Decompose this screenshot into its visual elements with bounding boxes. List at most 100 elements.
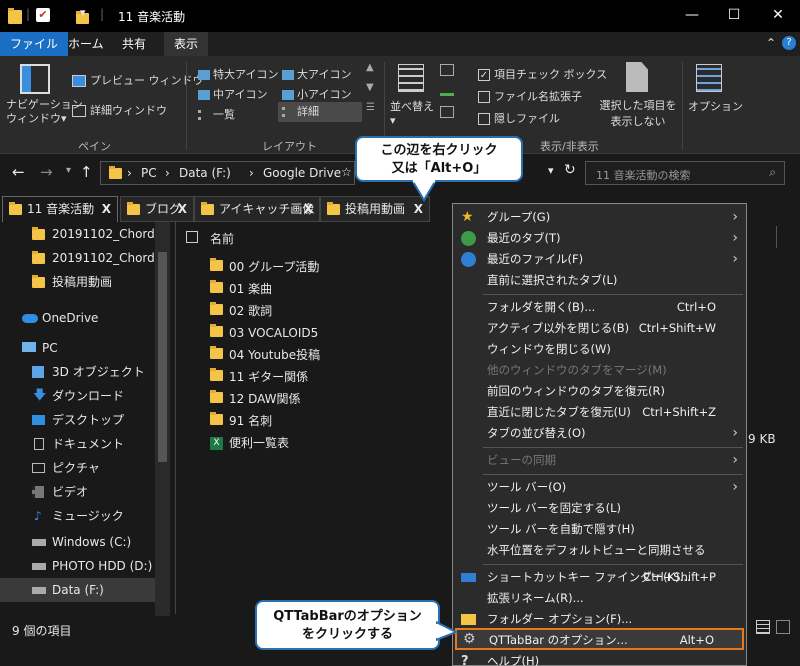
recent-locations-icon[interactable]: ▾ [66, 165, 71, 176]
menu-item-help[interactable]: ? ヘルプ(H) [453, 651, 746, 666]
close-tab-icon[interactable]: X [178, 197, 187, 221]
menu-item-shortcut-finder[interactable]: ショートカットキー ファインダー(K)... Ctrl+Shift+P [453, 567, 746, 588]
tab-share[interactable]: 共有 [112, 32, 156, 56]
nav-item[interactable]: ビデオ [0, 480, 155, 504]
details-pane-button[interactable]: 詳細ウィンドウ [72, 102, 167, 118]
folder-tab-active[interactable]: 11 音楽活動 X [2, 196, 118, 222]
nav-item-pc[interactable]: PC [0, 336, 155, 360]
star-icon[interactable]: ☆ [341, 165, 352, 179]
search-input[interactable]: 11 音楽活動の検索 ⌕ [585, 161, 785, 185]
layout-xl-icons[interactable]: 特大アイコン [198, 66, 278, 82]
menu-item-restore-window-tabs[interactable]: 前回のウィンドウのタブを復元(R) [453, 381, 746, 402]
item-checkboxes-toggle[interactable]: ✓ 項目チェック ボックス [478, 66, 607, 82]
forward-icon[interactable]: → [40, 163, 53, 181]
layout-l-icons[interactable]: 大アイコン [282, 66, 351, 82]
file-item[interactable]: 11 ギター関係 [210, 366, 308, 388]
breadcrumb-folder[interactable]: Google Drive [263, 166, 341, 180]
chevron-up-icon[interactable]: ⌃ [766, 36, 776, 50]
menu-item-recent-tabs[interactable]: 最近のタブ(T) › [453, 228, 746, 249]
file-item[interactable]: 01 楽曲 [210, 278, 272, 300]
menu-item-qttabbar-options[interactable]: ⚙ QTTabBar のオプション... Alt+O [455, 628, 744, 650]
file-item[interactable]: 12 DAW関係 [210, 388, 301, 410]
nav-item-onedrive[interactable]: OneDrive [0, 306, 155, 330]
options-button[interactable]: オプション [688, 98, 743, 114]
nav-scrollbar[interactable] [155, 222, 170, 617]
expand-icon[interactable]: ☰ [366, 102, 375, 113]
menu-item-sort-tabs[interactable]: タブの並び替え(O) › [453, 423, 746, 444]
nav-item-selected[interactable]: Data (F:) [0, 578, 155, 602]
maximize-button[interactable]: ☐ [712, 0, 756, 30]
nav-item[interactable]: 20191102_Chordify [0, 222, 155, 246]
details-view-icon[interactable] [756, 620, 770, 634]
chevron-down-icon[interactable]: ▾ [80, 6, 86, 19]
add-columns-icon[interactable] [440, 84, 454, 96]
checkmark-icon[interactable]: ✔ [36, 8, 50, 22]
navigation-pane-button[interactable]: ナビゲーション ウィンドウ▾ [6, 98, 83, 126]
size-columns-icon[interactable] [440, 106, 454, 118]
tab-view[interactable]: 表示 [164, 32, 209, 56]
nav-item[interactable]: ♪ ミュージック [0, 504, 155, 528]
address-bar[interactable]: › PC › Data (F:) › Google Drive ☆ [100, 161, 355, 185]
group-by-icon[interactable] [440, 64, 454, 76]
file-item[interactable]: 03 VOCALOID5 [210, 322, 318, 344]
nav-item[interactable]: 投稿用動画 [0, 270, 155, 294]
address-dropdown-icon[interactable]: ▾ [548, 164, 554, 177]
layout-s-icons[interactable]: 小アイコン [282, 86, 351, 102]
file-extensions-toggle[interactable]: ファイル名拡張子 [478, 88, 582, 104]
up-icon[interactable]: ↑ [80, 163, 93, 181]
file-item[interactable]: 02 歌詞 [210, 300, 272, 322]
nav-item[interactable]: PHOTO HDD (D:) [0, 554, 155, 578]
scroll-down-icon[interactable]: ▼ [366, 82, 374, 93]
nav-item[interactable]: 3D オブジェクト [0, 360, 155, 384]
menu-item-toolbar[interactable]: ツール バー(O) › [453, 477, 746, 498]
menu-item-restore-closed-tab[interactable]: 直近に閉じたタブを復元(U) Ctrl+Shift+Z [453, 402, 746, 423]
menu-item-autohide-toolbar[interactable]: ツール バーを自動で隠す(H) [453, 519, 746, 540]
close-button[interactable]: ✕ [756, 0, 800, 30]
refresh-icon[interactable]: ↻ [564, 162, 576, 178]
nav-item[interactable]: 🡇 ダウンロード [0, 384, 155, 408]
menu-item-group[interactable]: ★ グループ(G) › [453, 207, 746, 228]
minimize-button[interactable]: — [670, 0, 714, 30]
menu-item-sync-horizontal[interactable]: 水平位置をデフォルトビューと同期させる [453, 540, 746, 561]
preview-pane-button[interactable]: プレビュー ウィンドウ [72, 72, 204, 88]
file-item[interactable]: 00 グループ活動 [210, 256, 319, 278]
layout-m-icons[interactable]: 中アイコン [198, 86, 267, 102]
back-icon[interactable]: ← [12, 163, 25, 181]
nav-item[interactable]: ドキュメント [0, 432, 155, 456]
sort-button[interactable]: 並べ替え ▾ [390, 98, 434, 127]
breadcrumb-drive[interactable]: Data (F:) [179, 166, 231, 180]
menu-item-close-others[interactable]: アクティブ以外を閉じる(B) Ctrl+Shift+W [453, 318, 746, 339]
nav-item[interactable]: 20191102_Chordify [0, 246, 155, 270]
folder-tab[interactable]: アイキャッチ画像 X [194, 196, 320, 222]
nav-item[interactable]: Windows (C:) [0, 530, 155, 554]
menu-item-rename[interactable]: 拡張リネーム(R)... [453, 588, 746, 609]
menu-item-open-folder[interactable]: フォルダを開く(B)... Ctrl+O [453, 297, 746, 318]
hidden-files-toggle[interactable]: 隠しファイル [478, 110, 560, 126]
select-all-checkbox[interactable] [186, 231, 198, 243]
breadcrumb-pc[interactable]: PC [141, 166, 157, 180]
nav-item[interactable]: デスクトップ [0, 408, 155, 432]
nav-item[interactable]: ピクチャ [0, 456, 155, 480]
folder-tab[interactable]: ブログ X [120, 196, 194, 222]
menu-item-close-window[interactable]: ウィンドウを閉じる(W) [453, 339, 746, 360]
column-header-name[interactable]: 名前 [210, 230, 234, 247]
menu-item-folder-options[interactable]: フォルダー オプション(F)... [453, 609, 746, 630]
hide-selected-button[interactable]: 選択した項目を 表示しない [598, 98, 678, 130]
file-item[interactable]: 04 Youtube投稿 [210, 344, 320, 366]
search-icon[interactable]: ⌕ [769, 165, 776, 180]
help-icon[interactable]: ? [782, 36, 796, 50]
file-item[interactable]: X 便利一覧表 [210, 432, 289, 454]
menu-item-recent-files[interactable]: 最近のファイル(F) › [453, 249, 746, 270]
file-item[interactable]: 91 名刺 [210, 410, 272, 432]
large-icons-view-icon[interactable] [776, 620, 790, 634]
menu-separator [483, 564, 743, 565]
tab-home[interactable]: ホーム [58, 32, 114, 56]
scroll-up-icon[interactable]: ▲ [366, 62, 374, 73]
layout-list[interactable]: 一覧 [198, 106, 235, 122]
menu-item-last-selected-tab[interactable]: 直前に選択されたタブ(L) [453, 270, 746, 291]
menu-item-lock-toolbar[interactable]: ツール バーを固定する(L) [453, 498, 746, 519]
layout-details[interactable]: 詳細 [278, 102, 362, 122]
close-tab-icon[interactable]: X [304, 197, 313, 221]
scrollbar-thumb[interactable] [158, 252, 167, 462]
close-tab-icon[interactable]: X [102, 197, 111, 221]
